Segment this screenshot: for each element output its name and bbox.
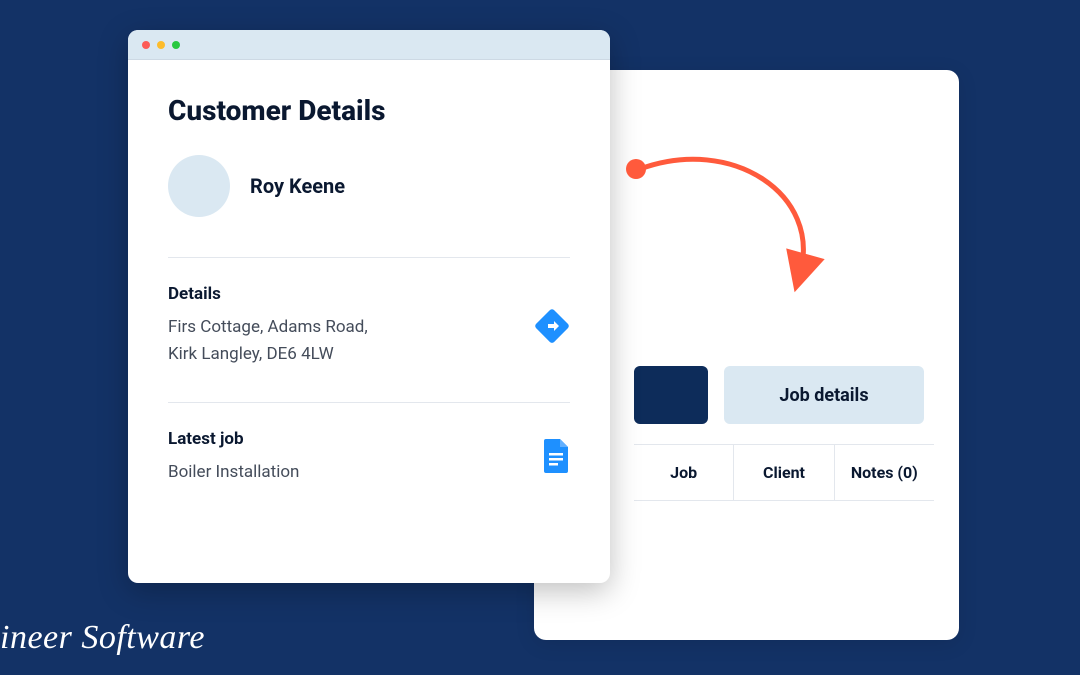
customer-name: Roy Keene	[250, 174, 345, 198]
latest-job-value: Boiler Installation	[168, 459, 299, 486]
address-line-2: Kirk Langley, DE6 4LW	[168, 341, 368, 368]
latest-job-heading: Latest job	[168, 429, 299, 449]
customer-details-window: Customer Details Roy Keene Details Firs …	[128, 30, 610, 583]
address-line-1: Firs Cottage, Adams Road,	[168, 314, 368, 341]
close-icon[interactable]	[142, 41, 150, 49]
avatar	[168, 155, 230, 217]
col-client[interactable]: Client	[734, 445, 834, 500]
page-title: Customer Details	[168, 94, 570, 127]
latest-job-section: Latest job Boiler Installation	[168, 429, 570, 486]
tab-job-details-label: Job details	[779, 385, 868, 406]
col-notes[interactable]: Notes (0)	[835, 445, 934, 500]
divider	[168, 257, 570, 258]
maximize-icon[interactable]	[172, 41, 180, 49]
directions-icon[interactable]	[534, 308, 570, 344]
minimize-icon[interactable]	[157, 41, 165, 49]
details-heading: Details	[168, 284, 368, 304]
watermark-text: ineer Software	[0, 619, 205, 657]
window-body: Customer Details Roy Keene Details Firs …	[128, 60, 610, 487]
details-section: Details Firs Cottage, Adams Road, Kirk L…	[168, 284, 570, 368]
tab-hidden[interactable]	[634, 366, 708, 424]
job-tabs: Job details	[634, 366, 924, 424]
window-titlebar	[128, 30, 610, 60]
job-table-header: Job Client Notes (0)	[634, 444, 934, 501]
tab-job-details[interactable]: Job details	[724, 366, 924, 424]
col-job[interactable]: Job	[634, 445, 734, 500]
document-icon[interactable]	[542, 439, 570, 477]
divider	[168, 402, 570, 403]
customer-row: Roy Keene	[168, 155, 570, 217]
